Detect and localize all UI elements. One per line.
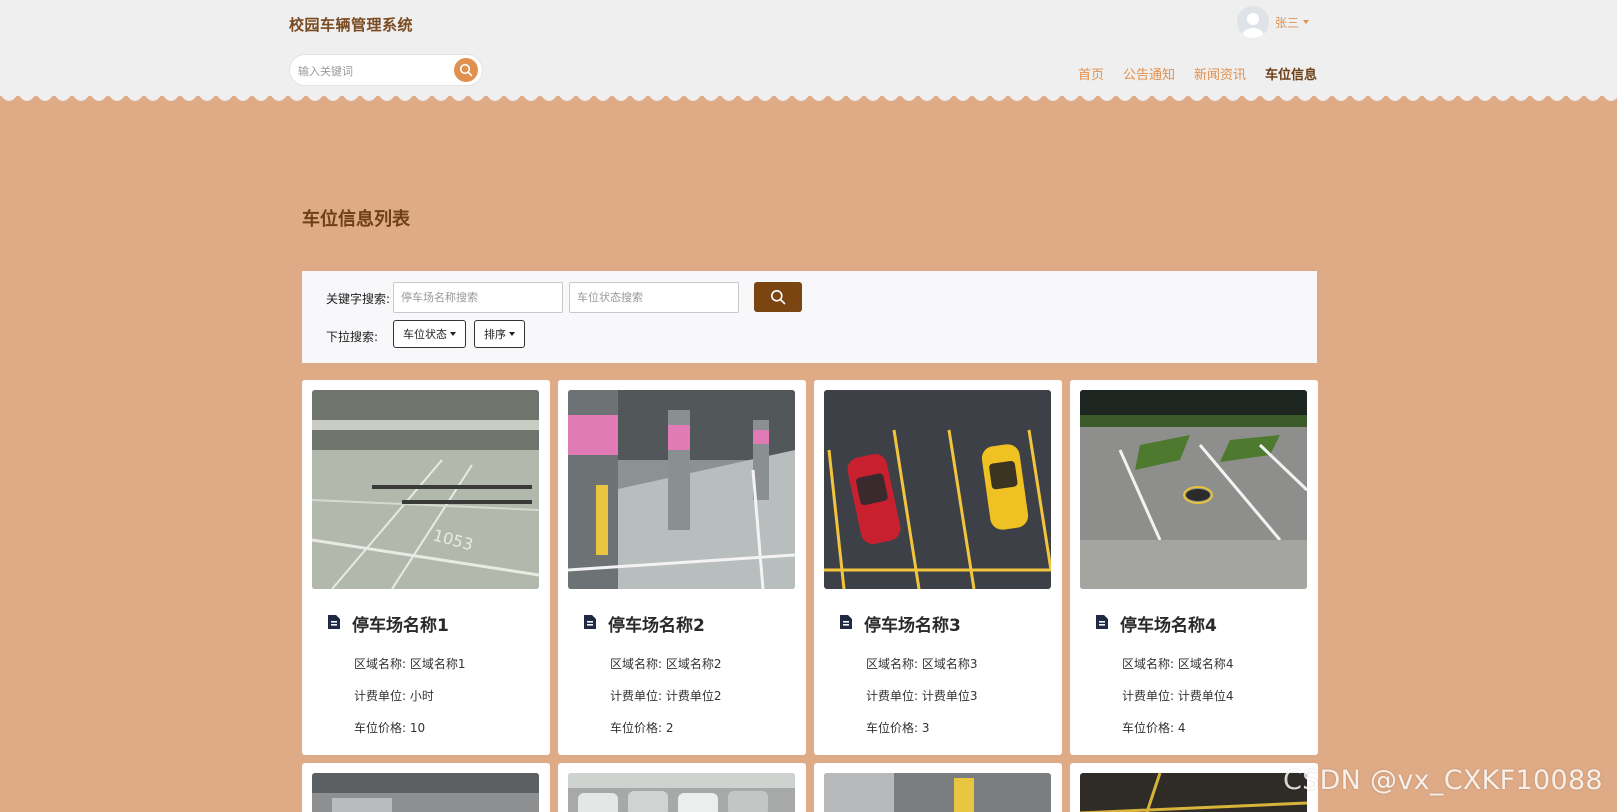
user-menu[interactable]: 张三 <box>1237 6 1310 38</box>
parking-card[interactable] <box>558 763 806 812</box>
nav-parking-info[interactable]: 车位信息 <box>1265 64 1317 83</box>
search-icon <box>459 63 473 77</box>
region-name: 区域名称: 区域名称3 <box>866 657 978 671</box>
billing-unit: 计费单位: 计费单位2 <box>610 689 722 703</box>
parking-image[interactable] <box>824 390 1051 589</box>
parking-price: 车位价格: 2 <box>610 721 674 735</box>
parking-name-search-input[interactable] <box>393 282 563 313</box>
user-name: 张三 <box>1275 15 1300 30</box>
filter-panel: 关键字搜索: 下拉搜索: 车位状态 排序 <box>302 271 1317 363</box>
region-name: 区域名称: 区域名称1 <box>354 657 466 671</box>
watermark: CSDN @vx_CXKF10088 <box>1283 765 1603 796</box>
header-search-box <box>289 54 483 86</box>
chevron-down-icon <box>1303 20 1310 24</box>
page-title: 车位信息列表 <box>302 209 410 230</box>
parking-image[interactable]: 1053 <box>312 390 539 589</box>
document-icon <box>328 615 340 629</box>
caret-down-icon <box>450 332 456 336</box>
billing-unit: 计费单位: 计费单位3 <box>866 689 978 703</box>
parking-status-search-input[interactable] <box>569 282 739 313</box>
parking-image[interactable] <box>312 773 539 812</box>
parking-card[interactable]: 停车场名称2 区域名称: 区域名称2 计费单位: 计费单位2 车位价格: 2 <box>558 380 806 755</box>
parking-price: 车位价格: 4 <box>1122 721 1186 735</box>
parking-card[interactable]: 1053 停车场名称1 区域名称: 区域名称1 计费单位: 小时 车位价格: 1… <box>302 380 550 755</box>
header-wave-divider <box>0 94 1617 101</box>
parking-image[interactable] <box>1080 390 1307 589</box>
search-icon <box>771 290 786 305</box>
main-nav: 首页 公告通知 新闻资讯 车位信息 <box>1078 64 1317 83</box>
parking-name[interactable]: 停车场名称2 <box>608 611 705 636</box>
parking-card[interactable] <box>814 763 1062 812</box>
nav-news[interactable]: 新闻资讯 <box>1194 64 1246 83</box>
parking-image[interactable] <box>824 773 1051 812</box>
parking-card[interactable] <box>302 763 550 812</box>
parking-card[interactable]: 停车场名称3 区域名称: 区域名称3 计费单位: 计费单位3 车位价格: 3 <box>814 380 1062 755</box>
dropdown-search-label: 下拉搜索: <box>326 330 379 344</box>
parking-card[interactable]: 停车场名称4 区域名称: 区域名称4 计费单位: 计费单位4 车位价格: 4 <box>1070 380 1318 755</box>
filter-search-button[interactable] <box>754 282 802 312</box>
site-title[interactable]: 校园车辆管理系统 <box>289 14 413 35</box>
region-name: 区域名称: 区域名称2 <box>610 657 722 671</box>
parking-price: 车位价格: 3 <box>866 721 930 735</box>
status-dropdown-label: 车位状态 <box>403 328 447 341</box>
keyword-search-label: 关键字搜索: <box>326 292 391 306</box>
top-header: 校园车辆管理系统 张三 首页 公告通知 新闻资讯 车位信息 <box>0 0 1617 96</box>
parking-image[interactable] <box>568 390 795 589</box>
parking-name[interactable]: 停车场名称1 <box>352 611 449 636</box>
header-search-input[interactable] <box>298 61 448 81</box>
parking-card[interactable] <box>1070 763 1318 812</box>
document-icon <box>840 615 852 629</box>
status-dropdown[interactable]: 车位状态 <box>393 320 466 348</box>
document-icon <box>584 615 596 629</box>
billing-unit: 计费单位: 计费单位4 <box>1122 689 1234 703</box>
nav-home[interactable]: 首页 <box>1078 64 1104 83</box>
region-name: 区域名称: 区域名称4 <box>1122 657 1234 671</box>
header-search-button[interactable] <box>454 58 478 82</box>
document-icon <box>1096 615 1108 629</box>
parking-price: 车位价格: 10 <box>354 721 426 735</box>
sort-dropdown[interactable]: 排序 <box>474 320 525 348</box>
caret-down-icon <box>509 332 515 336</box>
parking-image[interactable] <box>1080 773 1307 812</box>
user-avatar-icon <box>1237 6 1269 38</box>
nav-announcements[interactable]: 公告通知 <box>1123 64 1175 83</box>
parking-name[interactable]: 停车场名称4 <box>1120 611 1217 636</box>
parking-image[interactable] <box>568 773 795 812</box>
sort-dropdown-label: 排序 <box>484 328 506 341</box>
billing-unit: 计费单位: 小时 <box>354 689 434 703</box>
parking-name[interactable]: 停车场名称3 <box>864 611 961 636</box>
avatar <box>1237 6 1269 38</box>
